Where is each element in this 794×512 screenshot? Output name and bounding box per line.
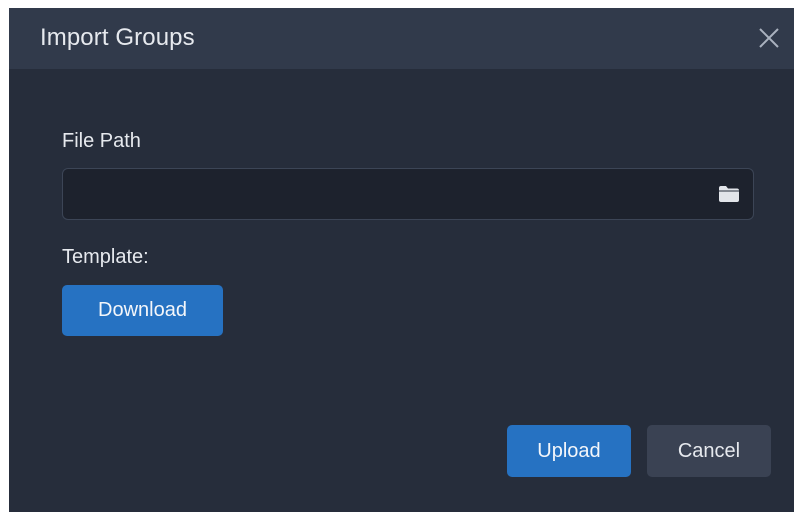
folder-icon[interactable] <box>719 186 739 202</box>
download-button[interactable]: Download <box>62 285 223 336</box>
upload-button[interactable]: Upload <box>507 425 631 477</box>
import-groups-dialog: Import Groups File Path Template: Downlo… <box>9 8 794 512</box>
file-path-input[interactable] <box>63 169 703 219</box>
cancel-button[interactable]: Cancel <box>647 425 771 477</box>
dialog-title: Import Groups <box>40 24 195 51</box>
file-path-label: File Path <box>62 130 141 152</box>
dialog-titlebar: Import Groups <box>9 8 794 69</box>
template-label: Template: <box>62 246 149 268</box>
close-button[interactable] <box>756 25 782 51</box>
file-path-field <box>62 168 754 220</box>
close-icon <box>759 28 779 48</box>
